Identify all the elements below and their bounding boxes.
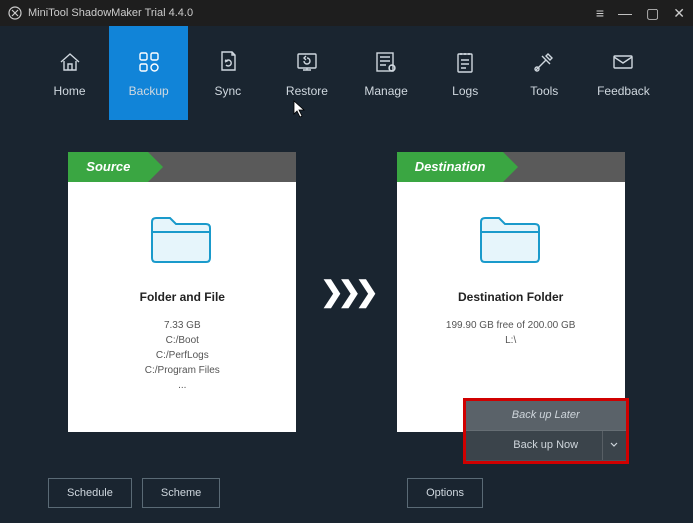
destination-drive: L:\: [505, 333, 516, 348]
tab-label: Logs: [452, 84, 478, 98]
maximize-icon[interactable]: ▢: [646, 5, 659, 22]
tab-logs[interactable]: Logs: [426, 26, 505, 120]
chevron-down-icon[interactable]: [602, 431, 626, 460]
toolbar: Home Backup Sync Restore Manage: [0, 26, 693, 120]
tab-tools[interactable]: Tools: [505, 26, 584, 120]
feedback-icon: [609, 48, 637, 76]
backup-later-button[interactable]: Back up Later: [466, 401, 626, 431]
schedule-button[interactable]: Schedule: [48, 478, 132, 508]
tab-home[interactable]: Home: [30, 26, 109, 120]
restore-icon: [293, 48, 321, 76]
tab-backup[interactable]: Backup: [109, 26, 188, 120]
tab-feedback[interactable]: Feedback: [584, 26, 663, 120]
sync-icon: [214, 48, 242, 76]
source-path: C:/Program Files: [145, 363, 220, 378]
backup-now-label: Back up Now: [513, 439, 578, 451]
tab-manage[interactable]: Manage: [347, 26, 426, 120]
scheme-button[interactable]: Scheme: [142, 478, 220, 508]
backup-dropdown: Back up Later Back up Now: [463, 398, 629, 464]
backup-now-button[interactable]: Back up Now: [466, 431, 626, 461]
source-card[interactable]: Source Folder and File 7.33 GB C:/Boot C…: [68, 152, 296, 432]
app-icon: [8, 6, 22, 20]
logs-icon: [451, 48, 479, 76]
home-icon: [56, 48, 84, 76]
tab-sync[interactable]: Sync: [188, 26, 267, 120]
tab-restore[interactable]: Restore: [267, 26, 346, 120]
close-icon[interactable]: ✕: [673, 5, 685, 22]
tools-icon: [530, 48, 558, 76]
destination-card[interactable]: Destination Destination Folder 199.90 GB…: [397, 152, 625, 432]
bottom-bar: Schedule Scheme Options: [0, 463, 693, 523]
source-header: Source: [68, 152, 296, 182]
source-title: Folder and File: [140, 290, 225, 304]
destination-title: Destination Folder: [458, 290, 563, 304]
source-path: ...: [178, 378, 186, 393]
content-area: Source Folder and File 7.33 GB C:/Boot C…: [0, 120, 693, 463]
destination-size: 199.90 GB free of 200.00 GB: [446, 318, 576, 333]
tab-label: Manage: [364, 84, 407, 98]
folder-icon: [475, 210, 547, 268]
folder-icon: [146, 210, 218, 268]
source-path: C:/PerfLogs: [156, 348, 209, 363]
arrow-icon: ❯❯❯: [320, 275, 372, 308]
tab-label: Sync: [214, 84, 241, 98]
backup-icon: [135, 48, 163, 76]
tab-label: Backup: [129, 84, 169, 98]
manage-icon: [372, 48, 400, 76]
source-header-label: Source: [68, 152, 148, 182]
tab-label: Home: [54, 84, 86, 98]
tab-label: Restore: [286, 84, 328, 98]
source-size: 7.33 GB: [164, 318, 201, 333]
destination-header: Destination: [397, 152, 625, 182]
backup-later-label: Back up Later: [512, 409, 580, 421]
menu-icon[interactable]: ≡: [596, 5, 604, 22]
destination-header-label: Destination: [397, 152, 504, 182]
titlebar: MiniTool ShadowMaker Trial 4.4.0 ≡ — ▢ ✕: [0, 0, 693, 26]
source-path: C:/Boot: [166, 333, 199, 348]
minimize-icon[interactable]: —: [618, 5, 632, 22]
tab-label: Feedback: [597, 84, 650, 98]
tab-label: Tools: [530, 84, 558, 98]
app-title: MiniTool ShadowMaker Trial 4.4.0: [28, 7, 193, 19]
options-button[interactable]: Options: [407, 478, 483, 508]
